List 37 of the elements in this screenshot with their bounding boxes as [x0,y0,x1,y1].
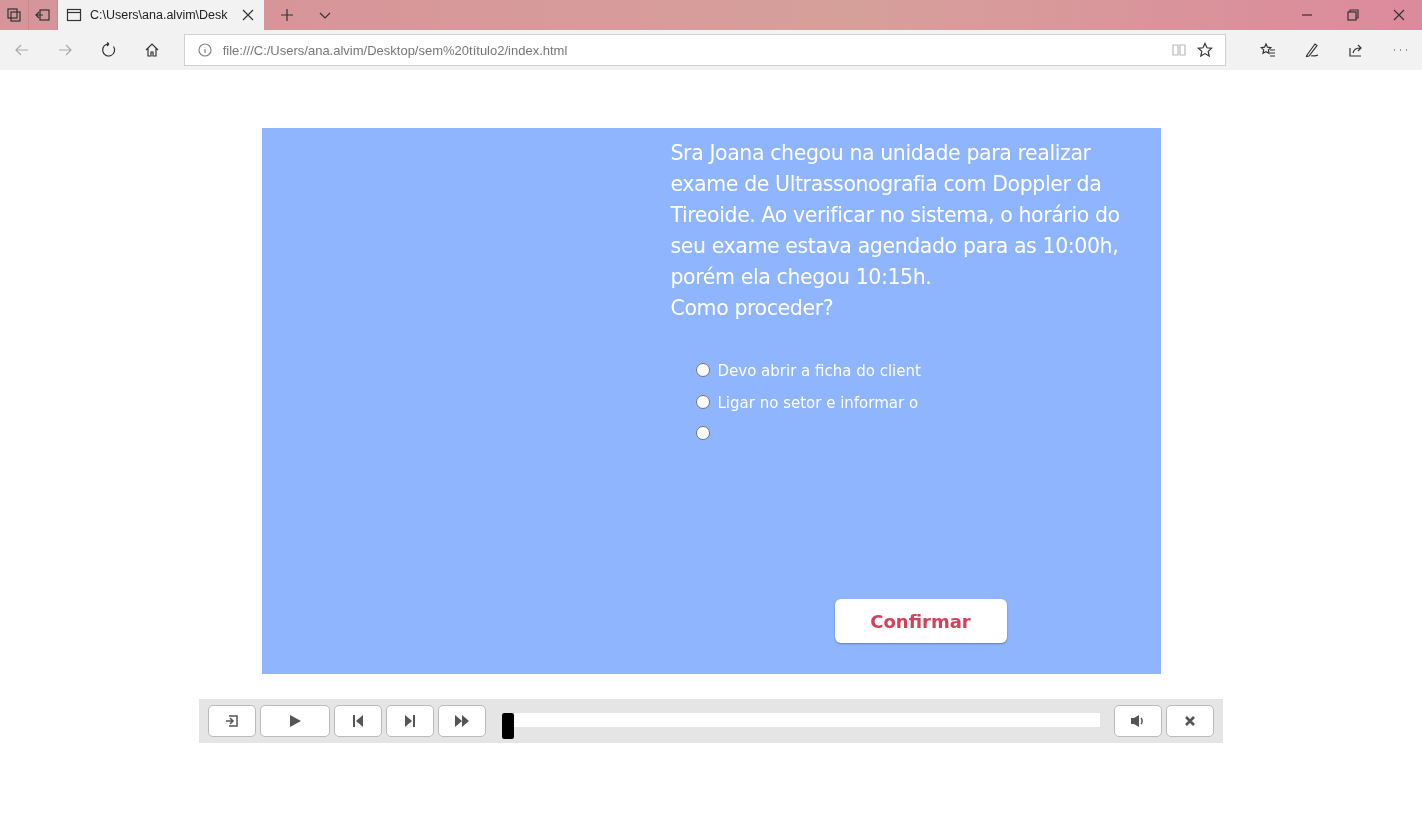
next-button[interactable] [386,705,434,737]
fast-forward-icon [454,715,470,727]
close-icon [1184,715,1196,727]
question-text: Sra Joana chegou na unidade para realizar exame de Ultrassonografia com Doppler da Tireoide. Ao verificar no sistema, o horário do seu exame estava agendado para as 10:00h, porém ela chegou 10:15h. Como proceder? [670,140,1121,322]
close-button[interactable] [1166,705,1214,737]
next-icon [404,714,416,728]
radio-button[interactable] [695,426,710,441]
exit-button[interactable] [208,705,256,737]
volume-button[interactable] [1114,705,1162,737]
tabs-icon[interactable] [6,7,22,23]
exit-icon [225,714,239,728]
play-button[interactable] [260,705,330,737]
radio-button[interactable] [695,363,710,377]
radio-button[interactable] [695,394,710,409]
home-icon[interactable] [143,42,160,58]
progress-thumb[interactable] [502,713,514,739]
page-icon [66,7,82,23]
plus-icon[interactable] [279,7,295,23]
close-icon[interactable] [1391,7,1407,23]
address-bar[interactable]: file:///C:/Users/ana.alvim/Desktop/sem%20título2/index.html [183,34,1226,66]
share-icon[interactable] [1348,42,1364,58]
fast-forward-button[interactable] [438,705,486,737]
set-aside-icon[interactable] [35,7,51,23]
browser-tab[interactable]: C:\Users\ana.alvim\Desk [58,0,264,30]
close-icon[interactable] [240,7,256,23]
speaker-icon [1130,714,1146,728]
play-icon [288,714,302,728]
pen-icon[interactable] [1304,42,1320,58]
confirm-button[interactable]: Confirmar [834,599,1007,643]
favorites-icon[interactable] [1260,42,1276,58]
restore-icon[interactable] [1345,7,1361,23]
info-icon [196,42,213,58]
refresh-icon[interactable] [100,42,117,58]
star-icon[interactable] [1197,42,1213,58]
progress-track[interactable] [502,713,1100,739]
previous-icon [352,714,364,728]
previous-button[interactable] [334,705,382,737]
